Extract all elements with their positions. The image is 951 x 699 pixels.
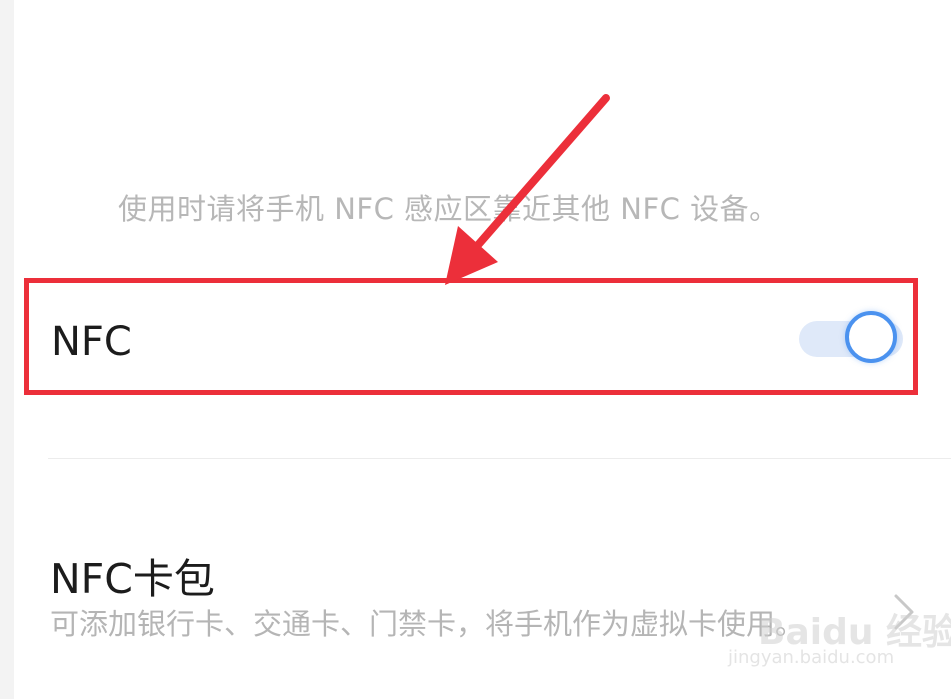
nfc-hint-text: 使用时请将手机 NFC 感应区靠近其他 NFC 设备。 xyxy=(118,192,779,226)
divider xyxy=(48,458,951,459)
nfc-toggle-switch[interactable] xyxy=(797,311,907,371)
nfc-label: NFC xyxy=(51,319,132,365)
nfc-setting-row[interactable]: NFC xyxy=(24,278,918,395)
toggle-knob xyxy=(845,311,897,363)
left-edge-strip xyxy=(0,0,14,699)
nfc-wallet-title: NFC卡包 xyxy=(50,555,215,603)
watermark-url: jingyan.baidu.com xyxy=(728,647,895,668)
watermark: Baidu 经验 jingyan.baidu.com xyxy=(728,603,951,683)
